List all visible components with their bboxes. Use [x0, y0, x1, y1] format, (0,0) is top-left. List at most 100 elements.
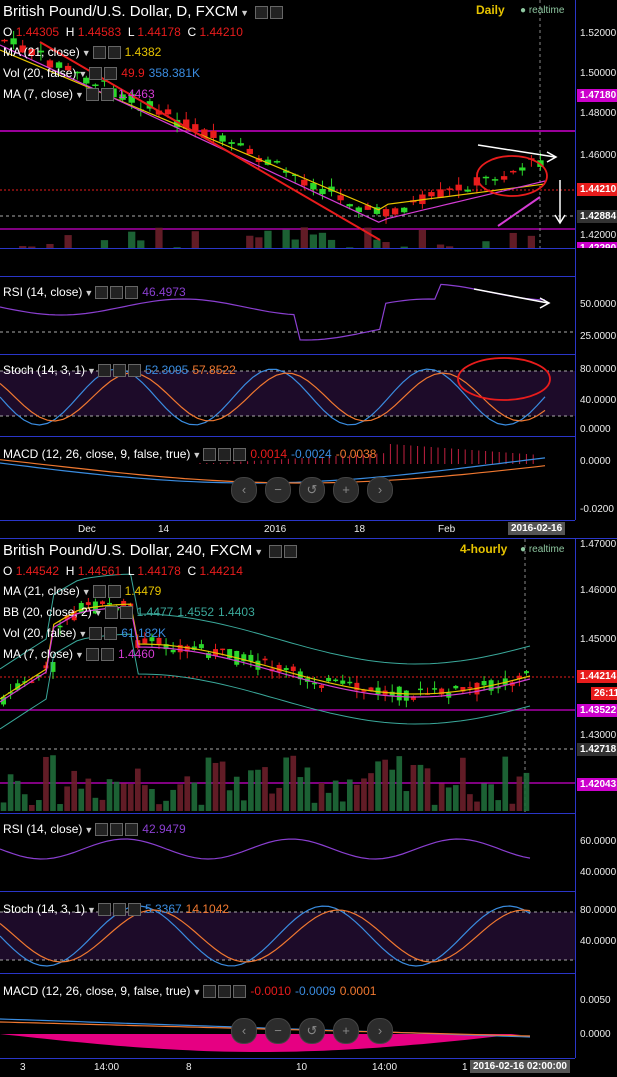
- close-icon[interactable]: [101, 88, 114, 101]
- h4-bb-legend[interactable]: BB (20, close, 2)▼1.44771.45521.4403: [3, 605, 255, 620]
- h4-rsi-axis[interactable]: 60.0000 40.0000: [575, 813, 617, 891]
- h4-stoch-pane[interactable]: Stoch (14, 3, 1)▼5.336714.1042: [0, 891, 575, 974]
- chevron-down-icon[interactable]: ▼: [87, 905, 96, 915]
- settings-icon[interactable]: [89, 627, 102, 640]
- settings-icon[interactable]: [93, 585, 106, 598]
- h4-vol-legend[interactable]: Vol (20, false)▼61.182K: [3, 626, 166, 641]
- h4-macd-legend[interactable]: MACD (12, 26, close, 9, false, true)▼-0.…: [3, 984, 376, 999]
- chevron-down-icon[interactable]: ▼: [240, 8, 249, 18]
- daily-macd-pane[interactable]: MACD (12, 26, close, 9, false, true)▼0.0…: [0, 436, 575, 521]
- daily-rsi-legend[interactable]: RSI (14, close)▼46.4973: [3, 285, 186, 300]
- daily-ma7-legend[interactable]: MA (7, close)▼1.4463: [3, 87, 155, 102]
- h4-macd-pane[interactable]: MACD (12, 26, close, 9, false, true)▼-0.…: [0, 973, 575, 1059]
- settings-icon[interactable]: [98, 364, 111, 377]
- close-icon[interactable]: [104, 627, 117, 640]
- candle-body: [92, 85, 98, 87]
- h4-macd-axis[interactable]: 0.0050 0.0000: [575, 973, 617, 1058]
- zoom-in-button[interactable]: +: [333, 477, 359, 503]
- chevron-down-icon[interactable]: ▼: [75, 650, 84, 660]
- h4-price-canvas: [0, 539, 575, 813]
- zoom-out-button[interactable]: −: [265, 1018, 291, 1044]
- h4-rsi-legend[interactable]: RSI (14, close)▼42.9479: [3, 822, 186, 837]
- close-icon[interactable]: [218, 985, 231, 998]
- daily-stoch-axis[interactable]: 80.0000 40.0000 0.0000: [575, 354, 617, 436]
- settings-icon[interactable]: [95, 286, 108, 299]
- chevron-down-icon[interactable]: ▼: [78, 69, 87, 79]
- settings-icon[interactable]: [105, 606, 118, 619]
- settings-icon[interactable]: [98, 903, 111, 916]
- close-icon[interactable]: [218, 448, 231, 461]
- settings-icon[interactable]: [86, 88, 99, 101]
- candle-body: [228, 142, 234, 144]
- settings-icon[interactable]: [93, 46, 106, 59]
- close-icon[interactable]: [233, 985, 246, 998]
- h4-ma21-legend[interactable]: MA (21, close)▼1.4479: [3, 584, 161, 599]
- settings-icon[interactable]: [255, 6, 268, 19]
- settings-icon[interactable]: [86, 648, 99, 661]
- daily-price-axis[interactable]: 1.52000 1.50000 1.48000 1.46000 1.42000 …: [575, 0, 617, 248]
- chevron-down-icon[interactable]: ▼: [84, 288, 93, 298]
- close-icon[interactable]: [104, 67, 117, 80]
- daily-macd-legend[interactable]: MACD (12, 26, close, 9, false, true)▼0.0…: [3, 447, 376, 462]
- scroll-right-button[interactable]: ›: [367, 477, 393, 503]
- chevron-down-icon[interactable]: ▼: [84, 825, 93, 835]
- close-icon[interactable]: [110, 286, 123, 299]
- close-icon[interactable]: [110, 823, 123, 836]
- scroll-left-button[interactable]: ‹: [231, 477, 257, 503]
- settings-icon[interactable]: [203, 448, 216, 461]
- daily-vol-legend[interactable]: Vol (20, false)▼49.9358.381K: [3, 66, 200, 81]
- chevron-down-icon[interactable]: ▼: [192, 450, 201, 460]
- close-icon[interactable]: [125, 286, 138, 299]
- daily-rsi-pane[interactable]: RSI (14, close)▼46.4973: [0, 276, 575, 355]
- settings-icon[interactable]: [95, 823, 108, 836]
- volume-bar: [101, 240, 108, 248]
- volume-bar: [114, 782, 120, 811]
- close-icon[interactable]: [108, 46, 121, 59]
- scroll-left-button[interactable]: ‹: [231, 1018, 257, 1044]
- close-icon[interactable]: [101, 648, 114, 661]
- settings-icon[interactable]: [269, 545, 282, 558]
- candle-body: [404, 691, 409, 701]
- daily-rsi-axis[interactable]: 50.0000 25.0000: [575, 248, 617, 354]
- chevron-down-icon[interactable]: ▼: [75, 90, 84, 100]
- close-icon[interactable]: [120, 606, 133, 619]
- close-icon[interactable]: [270, 6, 283, 19]
- h4-price-axis[interactable]: 1.47000 1.46000 1.45000 1.43000 1.44214 …: [575, 539, 617, 813]
- h4-price-pane[interactable]: British Pound/U.S. Dollar, 240, FXCM▼ 4-…: [0, 539, 575, 813]
- h4-time-axis[interactable]: 3 14:00 8 10 14:00 1 2016-02-16 02:00:00: [0, 1058, 575, 1077]
- chevron-down-icon[interactable]: ▼: [78, 629, 87, 639]
- settings-icon[interactable]: [89, 67, 102, 80]
- candle-body: [291, 667, 296, 671]
- daily-time-axis[interactable]: Dec 14 2016 18 Feb 2016-02-16: [0, 520, 575, 539]
- h4-stoch-legend[interactable]: Stoch (14, 3, 1)▼5.336714.1042: [3, 902, 229, 917]
- chevron-down-icon[interactable]: ▼: [82, 587, 91, 597]
- zoom-in-button[interactable]: +: [333, 1018, 359, 1044]
- reset-zoom-button[interactable]: ↺: [299, 1018, 325, 1044]
- daily-price-pane[interactable]: British Pound/U.S. Dollar, D, FXCM▼ Dail…: [0, 0, 575, 248]
- daily-macd-axis[interactable]: 0.0000 -0.0200: [575, 436, 617, 520]
- close-icon[interactable]: [113, 364, 126, 377]
- chevron-down-icon[interactable]: ▼: [94, 608, 103, 618]
- daily-ma21-legend[interactable]: MA (21, close)▼1.4382: [3, 45, 161, 60]
- close-icon[interactable]: [108, 585, 121, 598]
- daily-stoch-pane[interactable]: Stoch (14, 3, 1)▼52.309557.8522: [0, 354, 575, 437]
- close-icon[interactable]: [284, 545, 297, 558]
- close-icon[interactable]: [128, 364, 141, 377]
- close-icon[interactable]: [125, 823, 138, 836]
- scroll-right-button[interactable]: ›: [367, 1018, 393, 1044]
- chevron-down-icon[interactable]: ▼: [192, 987, 201, 997]
- chevron-down-icon[interactable]: ▼: [82, 48, 91, 58]
- chevron-down-icon[interactable]: ▼: [87, 366, 96, 376]
- h4-rsi-pane[interactable]: RSI (14, close)▼42.9479: [0, 813, 575, 892]
- zoom-out-button[interactable]: −: [265, 477, 291, 503]
- close-icon[interactable]: [128, 903, 141, 916]
- reset-zoom-button[interactable]: ↺: [299, 477, 325, 503]
- h4-stoch-axis[interactable]: 80.0000 40.0000: [575, 891, 617, 973]
- chevron-down-icon[interactable]: ▼: [254, 547, 263, 557]
- volume-bar: [298, 777, 304, 811]
- close-icon[interactable]: [233, 448, 246, 461]
- h4-ma7-legend[interactable]: MA (7, close)▼1.4460: [3, 647, 155, 662]
- daily-stoch-legend[interactable]: Stoch (14, 3, 1)▼52.309557.8522: [3, 363, 236, 378]
- close-icon[interactable]: [113, 903, 126, 916]
- settings-icon[interactable]: [203, 985, 216, 998]
